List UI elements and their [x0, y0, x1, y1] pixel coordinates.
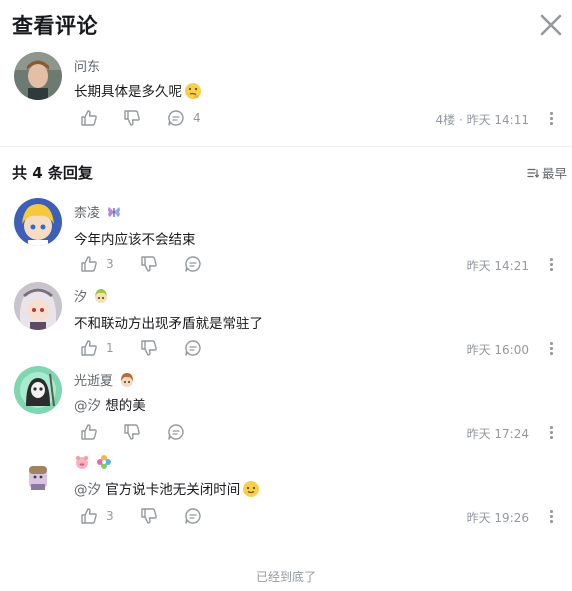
- more-icon[interactable]: [546, 506, 556, 526]
- floor-number: 4楼: [435, 113, 456, 127]
- reply-time: 昨天 17:24: [466, 427, 529, 441]
- comment-content: 长期具体是多久呢: [74, 80, 202, 100]
- reply-item: 柰凌 今年内应该不会结束 3 昨天 14:21: [0, 196, 572, 280]
- comment-icon: [185, 508, 201, 524]
- thumb-up-icon: [81, 508, 97, 524]
- reply-button[interactable]: [184, 338, 202, 358]
- thinking-emoji-icon: [184, 82, 202, 100]
- like-button[interactable]: 3: [80, 506, 114, 526]
- comment-meta: 4楼 · 昨天 14:11: [435, 113, 530, 127]
- avatar[interactable]: [14, 282, 62, 330]
- thumb-up-icon: [81, 110, 97, 126]
- like-button[interactable]: [80, 108, 98, 128]
- thumb-down-icon: [124, 424, 140, 440]
- dislike-button[interactable]: [123, 108, 141, 128]
- more-icon[interactable]: [546, 108, 556, 128]
- comment-icon: [168, 424, 184, 440]
- sort-label: 最早: [542, 166, 568, 181]
- username[interactable]: 柰凌: [74, 202, 122, 221]
- end-of-list-text: 已经到底了: [255, 570, 316, 584]
- like-button[interactable]: 3: [80, 254, 114, 274]
- dislike-button[interactable]: [140, 338, 158, 358]
- page-title: 查看评论: [12, 14, 98, 38]
- smile-emoji-icon: [242, 480, 260, 498]
- sort-button[interactable]: 最早: [527, 163, 567, 182]
- sort-icon: [527, 168, 539, 178]
- thumb-down-icon: [141, 340, 157, 356]
- comment-icon: [185, 340, 201, 356]
- avatar[interactable]: [14, 452, 62, 500]
- like-count: 1: [106, 341, 114, 355]
- reply-button[interactable]: [184, 254, 202, 274]
- reply-time: 昨天 16:00: [466, 343, 529, 357]
- like-button[interactable]: 1: [80, 338, 114, 358]
- thumb-down-icon: [141, 256, 157, 272]
- reply-item: 光逝夏 @汐 想的美 昨天 17:24: [0, 364, 572, 448]
- username-text: 柰凌: [74, 206, 101, 221]
- reply-button[interactable]: 4: [167, 108, 201, 128]
- reply-content: @汐 官方说卡池无关闭时间: [74, 478, 260, 498]
- character-badge-icon: [119, 372, 135, 388]
- pig-badge-icon: [74, 454, 90, 470]
- thumb-down-icon: [141, 508, 157, 524]
- more-icon[interactable]: [546, 254, 556, 274]
- reply-item: @汐 官方说卡池无关闭时间 3 昨天 19:26: [0, 448, 572, 532]
- avatar[interactable]: [14, 366, 62, 414]
- thumb-up-icon: [81, 256, 97, 272]
- like-count: 3: [106, 509, 114, 523]
- reply-button[interactable]: [184, 506, 202, 526]
- thumb-down-icon: [124, 110, 140, 126]
- header: 查看评论: [0, 0, 572, 50]
- thumb-up-icon: [81, 424, 97, 440]
- comment-time: 昨天 14:11: [466, 113, 529, 127]
- more-icon[interactable]: [546, 422, 556, 442]
- dislike-button[interactable]: [140, 254, 158, 274]
- reply-time: 昨天 19:26: [466, 511, 529, 525]
- thumb-up-icon: [81, 340, 97, 356]
- mention-link[interactable]: @汐: [74, 482, 101, 498]
- username-text: 汐: [74, 290, 88, 305]
- reply-time: 昨天 14:21: [466, 259, 529, 273]
- like-button[interactable]: [80, 422, 98, 442]
- main-comment: 问东 长期具体是多久呢 4 4楼 · 昨天 14:11: [0, 50, 572, 146]
- username[interactable]: 汐: [74, 286, 109, 305]
- butterfly-badge-icon: [106, 204, 122, 220]
- flower-badge-icon: [96, 454, 112, 470]
- dislike-button[interactable]: [123, 422, 141, 442]
- more-icon[interactable]: [546, 338, 556, 358]
- reply-text: 官方说卡池无关闭时间: [105, 482, 241, 498]
- reply-content: 不和联动方出现矛盾就是常驻了: [74, 316, 263, 332]
- username-text: 光逝夏: [74, 374, 114, 389]
- avatar[interactable]: [14, 198, 62, 246]
- reply-content: @汐 想的美: [74, 394, 146, 414]
- reply-item: 汐 不和联动方出现矛盾就是常驻了 1 昨天 16:00: [0, 280, 572, 364]
- mention-link[interactable]: @汐: [74, 398, 101, 414]
- comment-text: 长期具体是多久呢: [74, 84, 182, 100]
- reply-button[interactable]: [167, 422, 185, 442]
- comment-icon: [168, 110, 184, 126]
- avatar[interactable]: [14, 52, 62, 100]
- reply-text: 想的美: [105, 398, 146, 414]
- replies-title: 共 4 条回复: [12, 164, 93, 182]
- reply-content: 今年内应该不会结束: [74, 232, 196, 248]
- username[interactable]: 问东: [74, 56, 100, 75]
- reply-count: 4: [193, 111, 201, 125]
- character-badge-icon: [93, 288, 109, 304]
- username[interactable]: 光逝夏: [74, 370, 135, 389]
- divider: [0, 146, 572, 147]
- dislike-button[interactable]: [140, 506, 158, 526]
- like-count: 3: [106, 257, 114, 271]
- close-icon[interactable]: [538, 12, 564, 38]
- username[interactable]: [74, 454, 112, 471]
- comment-icon: [185, 256, 201, 272]
